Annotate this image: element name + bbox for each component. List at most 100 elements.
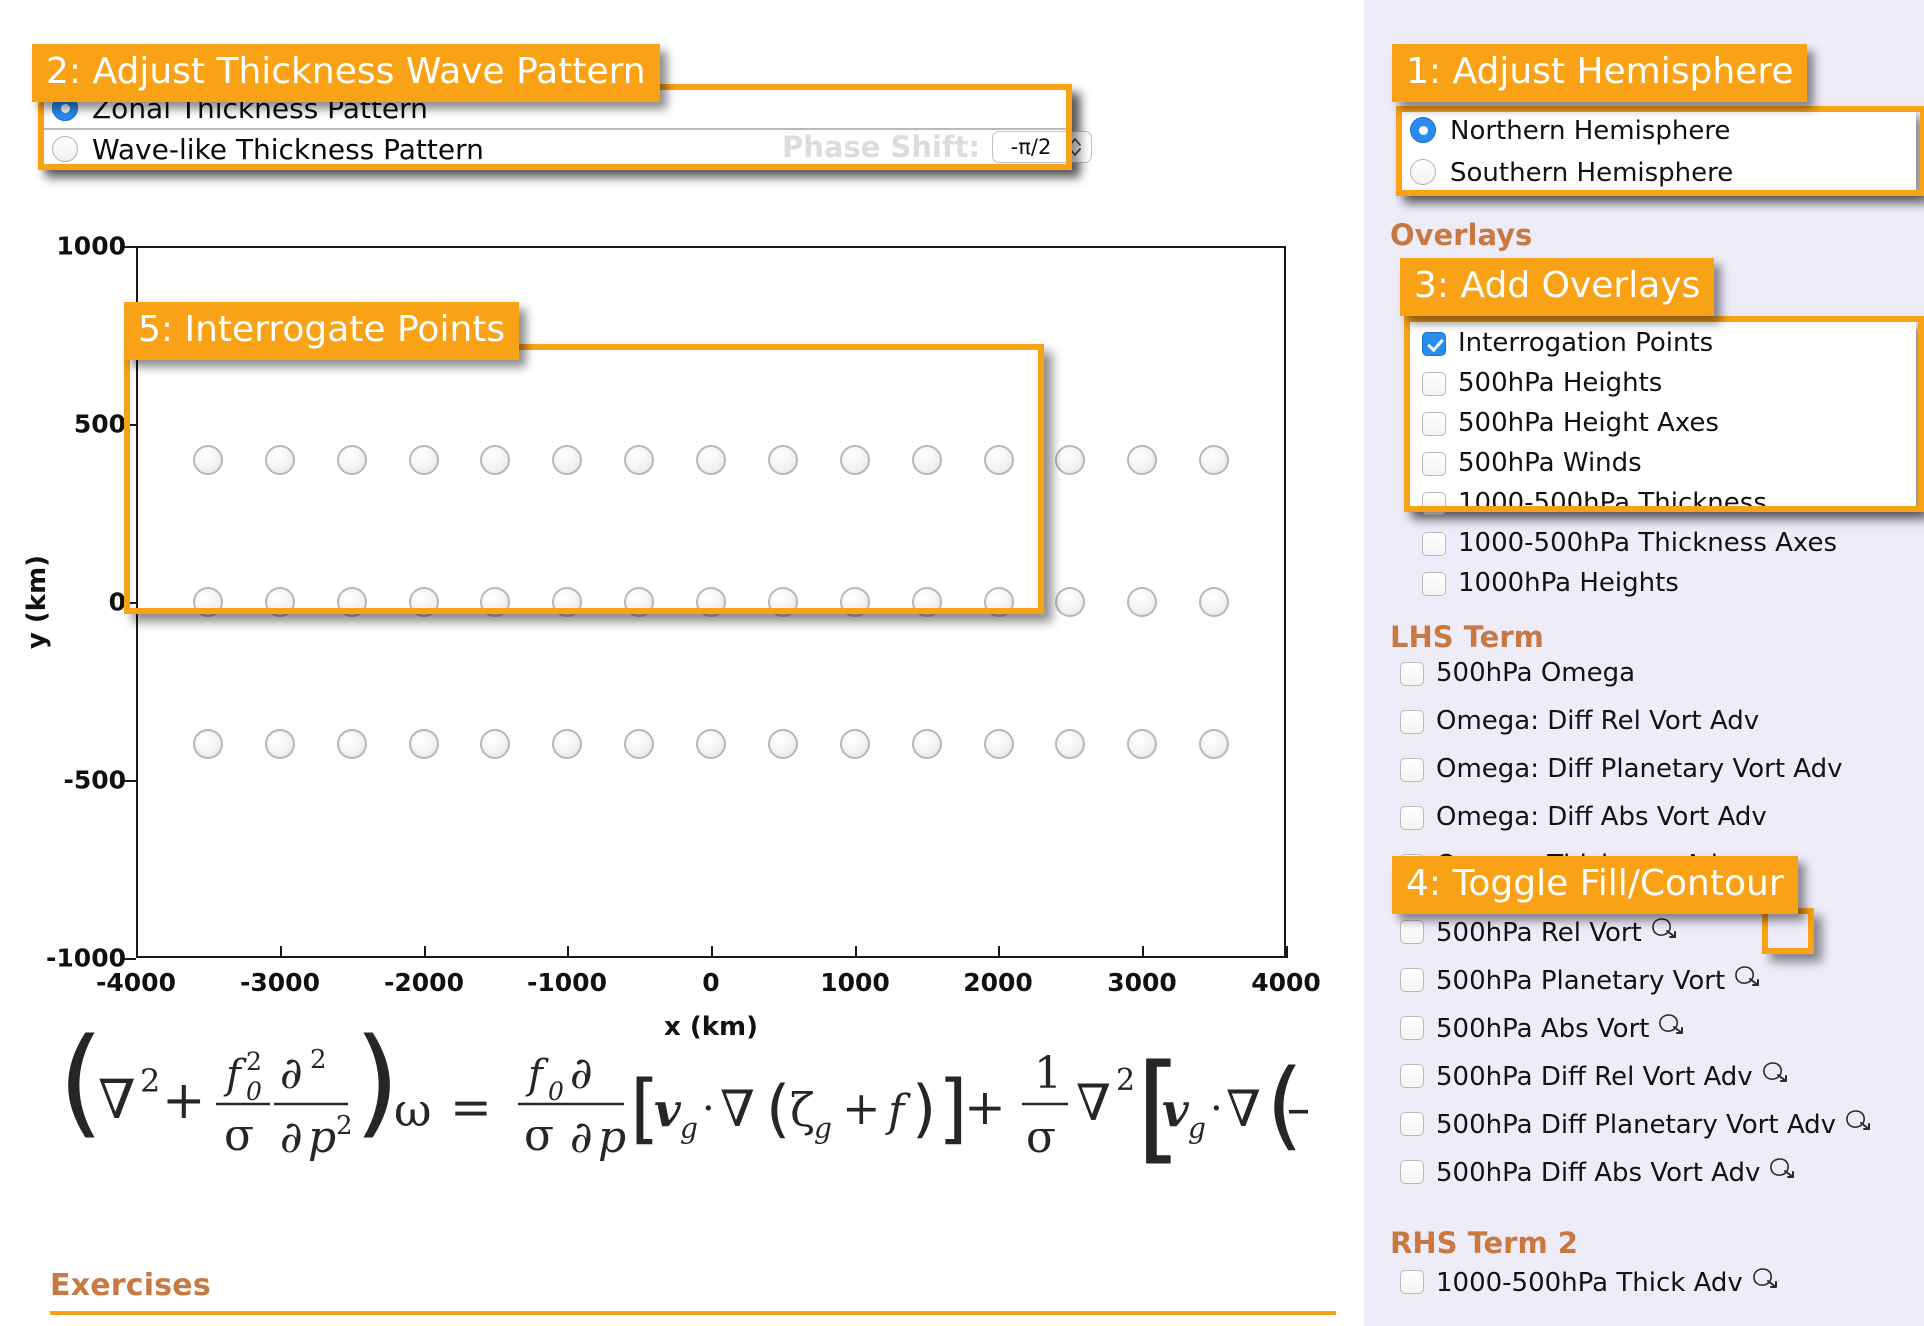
overlay-item-row[interactable]: 1000-500hPa Thickness xyxy=(1422,488,1916,528)
interrogation-point[interactable] xyxy=(1199,444,1230,475)
radio-wave-like-thickness[interactable] xyxy=(52,136,78,162)
paint-bucket-fill-icon[interactable] xyxy=(1761,1060,1791,1088)
radio-southern-hemisphere[interactable] xyxy=(1410,159,1436,185)
paint-bucket-fill-icon[interactable] xyxy=(1844,1108,1874,1136)
interrogation-point[interactable] xyxy=(911,444,942,475)
svg-text:=: = xyxy=(450,1078,492,1136)
interrogation-point[interactable] xyxy=(696,729,726,760)
interrogation-point[interactable] xyxy=(192,587,223,617)
paint-bucket-fill-icon[interactable] xyxy=(1733,964,1763,992)
overlay-item-checkbox[interactable] xyxy=(1422,452,1446,476)
interrogation-point[interactable] xyxy=(624,444,655,475)
interrogation-point[interactable] xyxy=(480,444,511,475)
overlay-item-checkbox[interactable] xyxy=(1422,572,1446,596)
rhs1-item-row[interactable]: 500hPa Diff Rel Vort Adv xyxy=(1400,1060,1924,1100)
overlays-heading: Overlays xyxy=(1390,218,1533,252)
paint-bucket-fill-icon[interactable] xyxy=(1751,1266,1781,1294)
overlay-item-row[interactable]: 500hPa Winds xyxy=(1422,448,1916,488)
interrogation-point[interactable] xyxy=(552,587,583,617)
rhs1-item-checkbox[interactable] xyxy=(1400,920,1424,944)
interrogation-point[interactable] xyxy=(1055,587,1086,617)
interrogation-point[interactable] xyxy=(336,444,367,475)
interrogation-point[interactable] xyxy=(983,587,1014,617)
overlay-item-row[interactable]: 1000hPa Heights xyxy=(1422,568,1916,608)
overlay-item-checkbox[interactable] xyxy=(1422,532,1446,556)
lhs-item-row[interactable]: 500hPa Omega xyxy=(1400,658,1924,698)
interrogation-point[interactable] xyxy=(624,587,655,617)
interrogation-point[interactable] xyxy=(767,729,798,760)
interrogation-point[interactable] xyxy=(696,587,726,617)
interrogation-point[interactable] xyxy=(264,587,295,617)
interrogation-point[interactable] xyxy=(192,729,223,760)
overlay-item-row[interactable]: 500hPa Height Axes xyxy=(1422,408,1916,448)
interrogation-point[interactable] xyxy=(336,729,367,760)
interrogation-point[interactable] xyxy=(408,444,439,475)
rhs1-item-checkbox[interactable] xyxy=(1400,968,1424,992)
interrogation-point[interactable] xyxy=(839,444,870,475)
rhs1-item-row[interactable]: 500hPa Planetary Vort xyxy=(1400,964,1924,1004)
interrogation-point[interactable] xyxy=(408,729,439,760)
lhs-item-row[interactable]: Omega: Diff Abs Vort Adv xyxy=(1400,802,1924,842)
rhs1-item-checkbox[interactable] xyxy=(1400,1160,1424,1184)
interrogation-point[interactable] xyxy=(839,729,870,760)
interrogation-point[interactable] xyxy=(480,729,511,760)
interrogation-point[interactable] xyxy=(480,587,511,617)
radio-row-southern-hemisphere[interactable]: Southern Hemisphere xyxy=(1396,156,1916,198)
lhs-item-checkbox[interactable] xyxy=(1400,662,1424,686)
interrogation-point[interactable] xyxy=(552,444,583,475)
rhs2-item-row[interactable]: 1000-500hPa Thick Adv xyxy=(1400,1266,1924,1306)
radio-row-northern-hemisphere[interactable]: Northern Hemisphere xyxy=(1396,110,1916,156)
interrogation-point[interactable] xyxy=(767,587,798,617)
paint-bucket-fill-icon[interactable] xyxy=(1768,1156,1798,1184)
lhs-item-checkbox[interactable] xyxy=(1400,806,1424,830)
interrogation-point[interactable] xyxy=(767,444,798,475)
overlay-item-row[interactable]: 1000-500hPa Thickness Axes xyxy=(1422,528,1916,568)
interrogation-point[interactable] xyxy=(1199,587,1230,617)
paint-bucket-fill-icon[interactable] xyxy=(1657,1012,1687,1040)
interrogation-point[interactable] xyxy=(1127,444,1158,475)
interrogation-point[interactable] xyxy=(839,587,870,617)
overlay-item-checkbox[interactable] xyxy=(1422,332,1446,356)
interrogation-point[interactable] xyxy=(911,587,942,617)
interrogation-point[interactable] xyxy=(1055,729,1086,760)
phase-shift-stepper[interactable]: -π/2 xyxy=(992,131,1092,163)
interrogation-point[interactable] xyxy=(1127,587,1158,617)
rhs1-item-checkbox[interactable] xyxy=(1400,1112,1424,1136)
overlay-item-checkbox[interactable] xyxy=(1422,492,1446,516)
overlay-item-row[interactable]: Interrogation Points xyxy=(1422,328,1916,368)
interrogation-point[interactable] xyxy=(408,587,439,617)
interrogation-point[interactable] xyxy=(983,729,1014,760)
rhs2-item-checkbox[interactable] xyxy=(1400,1270,1424,1294)
radio-northern-hemisphere[interactable] xyxy=(1410,117,1436,143)
rhs1-item-checkbox[interactable] xyxy=(1400,1016,1424,1040)
rhs1-item-checkbox[interactable] xyxy=(1400,1064,1424,1088)
overlay-item-label: 1000-500hPa Thickness Axes xyxy=(1458,528,1838,558)
lhs-item-row[interactable]: Omega: Diff Rel Vort Adv xyxy=(1400,706,1924,746)
rhs1-item-row[interactable]: 500hPa Diff Abs Vort Adv xyxy=(1400,1156,1924,1196)
interrogation-point[interactable] xyxy=(192,444,223,475)
overlay-item-row[interactable]: 500hPa Heights xyxy=(1422,368,1916,408)
rhs1-item-row[interactable]: 500hPa Abs Vort xyxy=(1400,1012,1924,1052)
rhs1-item-row[interactable]: 500hPa Rel Vort xyxy=(1400,916,1924,956)
overlay-item-checkbox[interactable] xyxy=(1422,412,1446,436)
interrogation-point[interactable] xyxy=(911,729,942,760)
overlay-item-label: 500hPa Winds xyxy=(1458,448,1642,478)
lhs-item-checkbox[interactable] xyxy=(1400,710,1424,734)
interrogation-point[interactable] xyxy=(624,729,655,760)
interrogation-point[interactable] xyxy=(1199,729,1230,760)
interrogation-point[interactable] xyxy=(1055,444,1086,475)
rhs1-item-row[interactable]: 500hPa Diff Planetary Vort Adv xyxy=(1400,1108,1924,1148)
interrogation-point[interactable] xyxy=(264,444,295,475)
lhs-item-row[interactable]: Omega: Diff Planetary Vort Adv xyxy=(1400,754,1924,794)
lhs-item-checkbox[interactable] xyxy=(1400,758,1424,782)
overlay-item-checkbox[interactable] xyxy=(1422,372,1446,396)
left-pane: Zonal Thickness Pattern Wave-like Thickn… xyxy=(0,0,1364,1326)
interrogation-point[interactable] xyxy=(1127,729,1158,760)
interrogation-point[interactable] xyxy=(552,729,583,760)
interrogation-point[interactable] xyxy=(264,729,295,760)
interrogation-point[interactable] xyxy=(983,444,1014,475)
interrogation-point[interactable] xyxy=(696,444,726,475)
interrogation-point[interactable] xyxy=(336,587,367,617)
stepper-arrows-icon[interactable] xyxy=(1067,134,1083,160)
paint-bucket-fill-icon[interactable] xyxy=(1650,916,1680,944)
